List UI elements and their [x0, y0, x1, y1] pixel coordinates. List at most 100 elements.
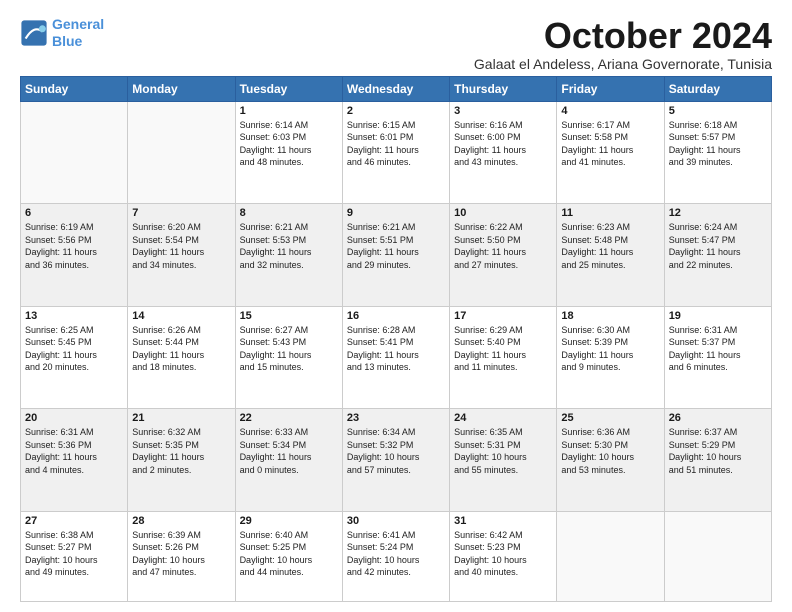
day-info: Sunrise: 6:39 AM Sunset: 5:26 PM Dayligh… — [132, 529, 230, 579]
col-thursday: Thursday — [450, 76, 557, 101]
calendar: Sunday Monday Tuesday Wednesday Thursday… — [20, 76, 772, 602]
calendar-cell — [664, 511, 771, 601]
day-number: 15 — [240, 310, 338, 322]
calendar-cell: 22 Sunrise: 6:33 AM Sunset: 5:34 PM Dayli… — [235, 409, 342, 511]
header: General Blue October 2024 Galaat el Ande… — [20, 16, 772, 72]
logo-line1: General — [52, 16, 104, 32]
day-number: 6 — [25, 207, 123, 219]
day-number: 12 — [669, 207, 767, 219]
calendar-cell: 28 Sunrise: 6:39 AM Sunset: 5:26 PM Dayli… — [128, 511, 235, 601]
day-number: 1 — [240, 105, 338, 117]
day-number: 14 — [132, 310, 230, 322]
day-info: Sunrise: 6:35 AM Sunset: 5:31 PM Dayligh… — [454, 426, 552, 476]
day-info: Sunrise: 6:31 AM Sunset: 5:36 PM Dayligh… — [25, 426, 123, 476]
day-number: 30 — [347, 515, 445, 527]
day-number: 19 — [669, 310, 767, 322]
col-friday: Friday — [557, 76, 664, 101]
day-info: Sunrise: 6:16 AM Sunset: 6:00 PM Dayligh… — [454, 119, 552, 169]
day-info: Sunrise: 6:37 AM Sunset: 5:29 PM Dayligh… — [669, 426, 767, 476]
calendar-cell — [128, 101, 235, 203]
day-info: Sunrise: 6:33 AM Sunset: 5:34 PM Dayligh… — [240, 426, 338, 476]
day-number: 5 — [669, 105, 767, 117]
calendar-cell: 15 Sunrise: 6:27 AM Sunset: 5:43 PM Dayli… — [235, 306, 342, 408]
calendar-cell: 17Sunrise: 6:29 AM Sunset: 5:40 PM Dayli… — [450, 306, 557, 408]
calendar-cell: 3 Sunrise: 6:16 AM Sunset: 6:00 PM Daylig… — [450, 101, 557, 203]
calendar-cell: 7Sunrise: 6:20 AM Sunset: 5:54 PM Daylig… — [128, 204, 235, 306]
day-info: Sunrise: 6:30 AM Sunset: 5:39 PM Dayligh… — [561, 324, 659, 374]
logo-text: General Blue — [52, 16, 104, 50]
calendar-cell: 9 Sunrise: 6:21 AM Sunset: 5:51 PM Daylig… — [342, 204, 449, 306]
day-number: 27 — [25, 515, 123, 527]
page: General Blue October 2024 Galaat el Ande… — [0, 0, 792, 612]
calendar-cell: 31Sunrise: 6:42 AM Sunset: 5:23 PM Dayli… — [450, 511, 557, 601]
subtitle: Galaat el Andeless, Ariana Governorate, … — [474, 56, 772, 72]
day-number: 17 — [454, 310, 552, 322]
day-number: 9 — [347, 207, 445, 219]
calendar-cell: 1 Sunrise: 6:14 AM Sunset: 6:03 PM Daylig… — [235, 101, 342, 203]
calendar-cell: 8 Sunrise: 6:21 AM Sunset: 5:53 PM Daylig… — [235, 204, 342, 306]
calendar-cell: 6 Sunrise: 6:19 AM Sunset: 5:56 PM Daylig… — [21, 204, 128, 306]
col-tuesday: Tuesday — [235, 76, 342, 101]
day-info: Sunrise: 6:36 AM Sunset: 5:30 PM Dayligh… — [561, 426, 659, 476]
col-sunday: Sunday — [21, 76, 128, 101]
day-info: Sunrise: 6:32 AM Sunset: 5:35 PM Dayligh… — [132, 426, 230, 476]
calendar-cell — [557, 511, 664, 601]
col-saturday: Saturday — [664, 76, 771, 101]
month-title: October 2024 — [474, 16, 772, 56]
calendar-cell: 14 Sunrise: 6:26 AM Sunset: 5:44 PM Dayli… — [128, 306, 235, 408]
day-info: Sunrise: 6:21 AM Sunset: 5:53 PM Dayligh… — [240, 221, 338, 271]
week-row-4: 20Sunrise: 6:31 AM Sunset: 5:36 PM Dayli… — [21, 409, 772, 511]
day-number: 28 — [132, 515, 230, 527]
calendar-cell: 16Sunrise: 6:28 AM Sunset: 5:41 PM Dayli… — [342, 306, 449, 408]
day-number: 13 — [25, 310, 123, 322]
calendar-cell: 23 Sunrise: 6:34 AM Sunset: 5:32 PM Dayli… — [342, 409, 449, 511]
day-number: 3 — [454, 105, 552, 117]
day-info: Sunrise: 6:42 AM Sunset: 5:23 PM Dayligh… — [454, 529, 552, 579]
calendar-cell: 5 Sunrise: 6:18 AM Sunset: 5:57 PM Daylig… — [664, 101, 771, 203]
day-info: Sunrise: 6:17 AM Sunset: 5:58 PM Dayligh… — [561, 119, 659, 169]
day-number: 2 — [347, 105, 445, 117]
day-info: Sunrise: 6:23 AM Sunset: 5:48 PM Dayligh… — [561, 221, 659, 271]
day-number: 18 — [561, 310, 659, 322]
calendar-cell: 26 Sunrise: 6:37 AM Sunset: 5:29 PM Dayli… — [664, 409, 771, 511]
col-wednesday: Wednesday — [342, 76, 449, 101]
day-number: 22 — [240, 412, 338, 424]
calendar-cell: 13Sunrise: 6:25 AM Sunset: 5:45 PM Dayli… — [21, 306, 128, 408]
calendar-cell — [21, 101, 128, 203]
day-info: Sunrise: 6:27 AM Sunset: 5:43 PM Dayligh… — [240, 324, 338, 374]
calendar-cell: 21Sunrise: 6:32 AM Sunset: 5:35 PM Dayli… — [128, 409, 235, 511]
day-number: 24 — [454, 412, 552, 424]
day-info: Sunrise: 6:34 AM Sunset: 5:32 PM Dayligh… — [347, 426, 445, 476]
day-number: 23 — [347, 412, 445, 424]
week-row-1: 1 Sunrise: 6:14 AM Sunset: 6:03 PM Daylig… — [21, 101, 772, 203]
logo-line2: Blue — [52, 33, 82, 49]
calendar-cell: 19Sunrise: 6:31 AM Sunset: 5:37 PM Dayli… — [664, 306, 771, 408]
day-number: 7 — [132, 207, 230, 219]
day-info: Sunrise: 6:19 AM Sunset: 5:56 PM Dayligh… — [25, 221, 123, 271]
day-number: 29 — [240, 515, 338, 527]
day-info: Sunrise: 6:26 AM Sunset: 5:44 PM Dayligh… — [132, 324, 230, 374]
calendar-cell: 25 Sunrise: 6:36 AM Sunset: 5:30 PM Dayli… — [557, 409, 664, 511]
week-row-3: 13Sunrise: 6:25 AM Sunset: 5:45 PM Dayli… — [21, 306, 772, 408]
day-info: Sunrise: 6:28 AM Sunset: 5:41 PM Dayligh… — [347, 324, 445, 374]
day-number: 4 — [561, 105, 659, 117]
day-info: Sunrise: 6:21 AM Sunset: 5:51 PM Dayligh… — [347, 221, 445, 271]
calendar-cell: 4 Sunrise: 6:17 AM Sunset: 5:58 PM Daylig… — [557, 101, 664, 203]
week-row-2: 6 Sunrise: 6:19 AM Sunset: 5:56 PM Daylig… — [21, 204, 772, 306]
day-number: 10 — [454, 207, 552, 219]
day-info: Sunrise: 6:14 AM Sunset: 6:03 PM Dayligh… — [240, 119, 338, 169]
calendar-cell: 24 Sunrise: 6:35 AM Sunset: 5:31 PM Dayli… — [450, 409, 557, 511]
day-info: Sunrise: 6:18 AM Sunset: 5:57 PM Dayligh… — [669, 119, 767, 169]
day-info: Sunrise: 6:38 AM Sunset: 5:27 PM Dayligh… — [25, 529, 123, 579]
day-info: Sunrise: 6:15 AM Sunset: 6:01 PM Dayligh… — [347, 119, 445, 169]
day-info: Sunrise: 6:41 AM Sunset: 5:24 PM Dayligh… — [347, 529, 445, 579]
day-number: 25 — [561, 412, 659, 424]
calendar-cell: 2 Sunrise: 6:15 AM Sunset: 6:01 PM Daylig… — [342, 101, 449, 203]
calendar-cell: 29Sunrise: 6:40 AM Sunset: 5:25 PM Dayli… — [235, 511, 342, 601]
day-info: Sunrise: 6:24 AM Sunset: 5:47 PM Dayligh… — [669, 221, 767, 271]
day-number: 26 — [669, 412, 767, 424]
day-number: 8 — [240, 207, 338, 219]
day-info: Sunrise: 6:22 AM Sunset: 5:50 PM Dayligh… — [454, 221, 552, 271]
logo: General Blue — [20, 16, 104, 50]
day-number: 11 — [561, 207, 659, 219]
